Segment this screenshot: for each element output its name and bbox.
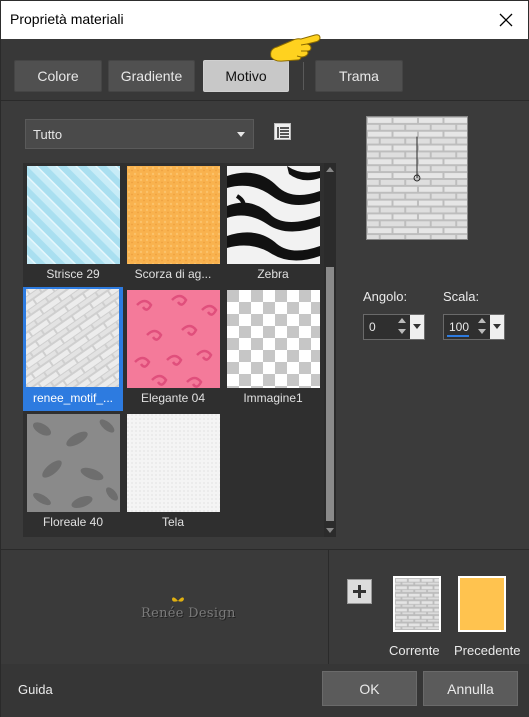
pattern-item-immagine1[interactable]: Immagine1 — [223, 287, 323, 411]
pattern-label: Floreale 40 — [42, 515, 104, 529]
pattern-label: Strisce 29 — [46, 267, 100, 281]
pattern-item-scorza[interactable]: Scorza di ag... — [123, 163, 223, 287]
pattern-item-floreale[interactable]: Floreale 40 — [23, 411, 123, 535]
pattern-item-zebra[interactable]: Zebra — [223, 163, 323, 287]
ok-button[interactable]: OK — [322, 671, 417, 706]
cancel-button[interactable]: Annulla — [423, 671, 518, 706]
pattern-grid: Strisce 29 Scorza di ag... Zebra renee_m… — [23, 163, 324, 537]
angle-spinner[interactable]: 0 — [363, 314, 425, 340]
pattern-label: Zebra — [257, 267, 289, 281]
swirl-thumbnail — [127, 290, 220, 388]
stripes-thumbnail — [27, 166, 120, 264]
pattern-item-elegante[interactable]: Elegante 04 — [123, 287, 223, 411]
logo-text: Renée Design — [141, 606, 236, 621]
scale-slider-indicator — [447, 335, 469, 337]
help-button[interactable]: Guida — [18, 682, 53, 697]
window-title: Proprietà materiali — [10, 11, 124, 27]
close-button[interactable] — [484, 1, 528, 39]
tab-colore[interactable]: Colore — [14, 60, 102, 92]
pointing-hand-icon — [270, 34, 321, 62]
plus-icon — [353, 585, 366, 598]
scale-spinner[interactable]: 100 — [443, 314, 505, 340]
scale-stepper-icon[interactable] — [476, 318, 488, 336]
angle-value[interactable]: 0 — [369, 320, 376, 334]
transparent-checker-thumbnail — [227, 290, 320, 388]
canvas-thumbnail — [127, 414, 220, 512]
category-value: Tutto — [33, 126, 63, 142]
floral-thumbnail — [27, 414, 120, 512]
category-dropdown[interactable]: Tutto — [25, 119, 254, 149]
scale-value[interactable]: 100 — [449, 320, 469, 334]
scroll-down-icon[interactable] — [326, 528, 334, 533]
pattern-label: Tela — [161, 515, 184, 529]
pattern-item-renee-motif[interactable]: renee_motif_... — [23, 287, 123, 411]
pattern-preview[interactable] — [366, 116, 468, 240]
divider — [328, 550, 329, 665]
dialog-footer: Guida OK Annulla — [1, 664, 529, 717]
renee-design-logo: Renée Design — [141, 596, 241, 626]
pattern-label: renee_motif_... — [32, 391, 114, 405]
swatch-area: Renée Design Corrente Precedente — [1, 549, 529, 665]
scale-dropdown-icon[interactable] — [490, 315, 504, 339]
dialog-body: Colore Gradiente Motivo Trama Tutto Stri… — [0, 34, 529, 717]
current-label: Corrente — [389, 643, 440, 658]
scale-label: Scala: — [443, 289, 480, 304]
angle-stepper-icon[interactable] — [396, 318, 408, 336]
scrollbar-thumb[interactable] — [326, 267, 334, 521]
tab-gradiente[interactable]: Gradiente — [108, 60, 195, 92]
pattern-panel: Tutto Strisce 29 Scorza di ag... Zebra r… — [1, 101, 529, 549]
close-icon — [499, 13, 513, 27]
zebra-thumbnail — [227, 166, 320, 264]
chevron-down-icon — [237, 132, 245, 137]
previous-label: Precedente — [454, 643, 521, 658]
scroll-up-icon[interactable] — [326, 167, 334, 172]
angle-dropdown-icon[interactable] — [410, 315, 424, 339]
list-menu-icon[interactable] — [274, 123, 291, 140]
pattern-scrollbar[interactable] — [324, 163, 336, 537]
add-swatch-button[interactable] — [347, 579, 372, 604]
tab-trama[interactable]: Trama — [315, 60, 403, 92]
pattern-label: Scorza di ag... — [134, 267, 212, 281]
orange-peel-thumbnail — [127, 166, 220, 264]
butterfly-icon — [172, 597, 184, 602]
angle-label: Angolo: — [363, 289, 408, 304]
pattern-label: Immagine1 — [243, 391, 303, 405]
previous-swatch[interactable] — [458, 576, 506, 632]
brick-thumbnail — [26, 289, 119, 387]
pattern-item-strisce[interactable]: Strisce 29 — [23, 163, 123, 287]
pattern-label: Elegante 04 — [140, 391, 206, 405]
tab-bar: Colore Gradiente Motivo Trama — [1, 34, 529, 101]
current-swatch[interactable] — [393, 576, 441, 632]
pattern-item-tela[interactable]: Tela — [123, 411, 223, 535]
